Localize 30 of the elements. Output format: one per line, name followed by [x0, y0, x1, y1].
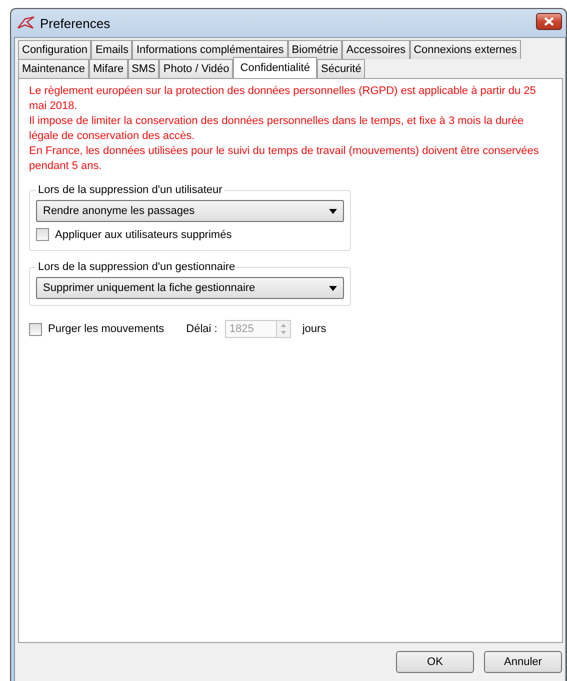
- tab[interactable]: Emails: [91, 40, 132, 59]
- tab[interactable]: Connexions externes: [410, 40, 521, 59]
- dropdown[interactable]: Rendre anonyme les passages: [36, 200, 344, 222]
- caret-icon: [329, 208, 337, 214]
- tab[interactable]: Biométrie: [288, 40, 342, 59]
- tab[interactable]: Confidentialité: [233, 57, 317, 78]
- ok-button[interactable]: OK: [396, 651, 474, 673]
- cancel-button[interactable]: Annuler: [484, 651, 562, 673]
- window-title: Preferences: [40, 16, 112, 30]
- tab[interactable]: Sécurité: [316, 59, 366, 78]
- bird-logo-icon: [17, 16, 35, 30]
- tab[interactable]: Photo / Vidéo: [159, 59, 234, 78]
- tab[interactable]: Mifare: [89, 59, 128, 78]
- close-icon: [544, 16, 554, 26]
- notice-text: En France, les données utilisées pour le suivi du temps de travail (mouvements) doivent être conservées pendant 5 ans.: [29, 144, 540, 174]
- unit-label: jours: [302, 323, 326, 335]
- group-title: Lors de la suppression d'un gestionnaire: [37, 261, 236, 273]
- caret-icon: [329, 286, 337, 290]
- notice-text: Il impose de limiter la conservation des données personnelles dans le temps, et fixe à 3 mois la durée légale de conservation des accès.: [29, 114, 525, 144]
- tab[interactable]: Maintenance: [18, 59, 89, 78]
- checkbox[interactable]: Appliquer aux utilisateurs supprimés: [36, 228, 232, 241]
- tab[interactable]: Configuration: [18, 40, 92, 59]
- delay-label: Délai :: [186, 323, 218, 335]
- group-title: Lors de la suppression d'un utilisateur: [37, 184, 224, 196]
- tab[interactable]: SMS: [128, 59, 160, 78]
- notice-text: Le règlement européen sur la protection des données personnelles (RGPD) est applicable à partir du 25 mai 2018.: [29, 84, 537, 114]
- tab[interactable]: Accessoires: [342, 40, 410, 59]
- tab[interactable]: Informations complémentaires: [132, 40, 288, 59]
- close-button[interactable]: [536, 12, 562, 30]
- dropdown[interactable]: Supprimer uniquement la fiche gestionnaire: [36, 277, 344, 299]
